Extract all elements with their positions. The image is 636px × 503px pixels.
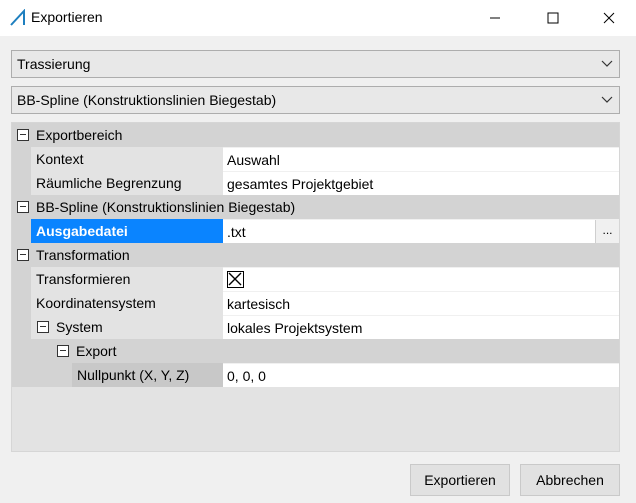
property-name: Transformieren bbox=[31, 267, 223, 291]
property-value[interactable]: .txt ... bbox=[223, 219, 619, 244]
ausgabedatei-value: .txt bbox=[227, 224, 246, 240]
property-value bbox=[223, 267, 619, 291]
triangle-ruler-icon bbox=[10, 9, 25, 26]
close-icon bbox=[603, 12, 615, 24]
ausgabedatei-label: Ausgabedatei bbox=[36, 223, 128, 239]
property-row-transformieren[interactable]: Transformieren bbox=[12, 267, 619, 291]
chevron-down-icon bbox=[601, 60, 613, 67]
begrenzung-value: gesamtes Projektgebiet bbox=[227, 176, 374, 192]
property-name: Kontext bbox=[31, 147, 223, 171]
maximize-icon bbox=[547, 12, 559, 24]
category-label: Exportbereich bbox=[36, 127, 123, 143]
collapse-icon[interactable] bbox=[57, 345, 69, 357]
property-value[interactable]: gesamtes Projektgebiet bbox=[223, 171, 619, 195]
property-row-kontext[interactable]: Kontext Auswahl bbox=[12, 147, 619, 171]
format-combo[interactable]: Trassierung bbox=[11, 50, 620, 78]
kontext-label: Kontext bbox=[36, 151, 84, 167]
nullpunkt-value: 0, 0, 0 bbox=[227, 368, 266, 384]
row-indent bbox=[12, 291, 31, 315]
property-value[interactable]: kartesisch bbox=[223, 291, 619, 315]
checkmark-x-icon bbox=[228, 272, 242, 286]
minimize-button[interactable] bbox=[472, 0, 518, 36]
property-row-system[interactable]: System lokales Projektsystem bbox=[12, 315, 619, 339]
chevron-down-icon bbox=[601, 96, 613, 103]
property-name: Nullpunkt (X, Y, Z) bbox=[72, 363, 223, 387]
transformieren-checkbox[interactable] bbox=[227, 271, 244, 288]
property-value[interactable]: lokales Projektsystem bbox=[223, 315, 619, 339]
property-name: Koordinatensystem bbox=[31, 291, 223, 315]
subcategory-header: Export bbox=[52, 339, 619, 363]
row-indent bbox=[12, 267, 31, 291]
cancel-button[interactable]: Abbrechen bbox=[520, 464, 620, 496]
title-bar: Exportieren bbox=[0, 0, 636, 36]
export-label: Export bbox=[76, 343, 117, 359]
collapse-icon[interactable] bbox=[17, 201, 29, 213]
begrenzung-label: Räumliche Begrenzung bbox=[36, 175, 182, 191]
collapse-icon[interactable] bbox=[17, 249, 29, 261]
property-row-koordinatensystem[interactable]: Koordinatensystem kartesisch bbox=[12, 291, 619, 315]
property-value[interactable]: 0, 0, 0 bbox=[223, 363, 619, 387]
category-transformation[interactable]: Transformation bbox=[12, 243, 619, 267]
type-combo[interactable]: BB-Spline (Konstruktionslinien Biegestab… bbox=[11, 86, 620, 114]
browse-button[interactable]: ... bbox=[595, 220, 619, 244]
property-row-nullpunkt[interactable]: Nullpunkt (X, Y, Z) 0, 0, 0 bbox=[12, 363, 619, 387]
system-value: lokales Projektsystem bbox=[227, 320, 363, 336]
property-name-selected: Ausgabedatei bbox=[31, 219, 223, 243]
format-combo-value: Trassierung bbox=[17, 56, 91, 72]
koordsys-label: Koordinatensystem bbox=[36, 295, 156, 311]
row-indent bbox=[12, 315, 31, 339]
category-bbspline[interactable]: BB-Spline (Konstruktionslinien Biegestab… bbox=[12, 195, 619, 219]
export-button[interactable]: Exportieren bbox=[410, 464, 510, 496]
collapse-icon[interactable] bbox=[17, 129, 29, 141]
minimize-icon bbox=[490, 17, 500, 19]
kontext-value: Auswahl bbox=[227, 152, 280, 168]
system-label: System bbox=[56, 319, 103, 335]
type-combo-value: BB-Spline (Konstruktionslinien Biegestab… bbox=[17, 92, 277, 108]
close-button[interactable] bbox=[586, 0, 632, 36]
property-grid: Exportbereich Kontext Auswahl Räumliche … bbox=[11, 122, 620, 452]
property-value[interactable]: Auswahl bbox=[223, 147, 619, 171]
property-name: Räumliche Begrenzung bbox=[31, 171, 223, 195]
row-indent bbox=[12, 147, 31, 171]
koordsys-value: kartesisch bbox=[227, 296, 291, 312]
window-title: Exportieren bbox=[31, 9, 103, 25]
property-name: System bbox=[31, 315, 223, 339]
category-export[interactable]: Export bbox=[12, 339, 619, 363]
transformieren-label: Transformieren bbox=[36, 271, 131, 287]
row-indent bbox=[12, 363, 72, 387]
collapse-icon[interactable] bbox=[37, 321, 49, 333]
property-row-begrenzung[interactable]: Räumliche Begrenzung gesamtes Projektgeb… bbox=[12, 171, 619, 195]
category-label: BB-Spline (Konstruktionslinien Biegestab… bbox=[36, 199, 296, 215]
category-label: Transformation bbox=[36, 247, 130, 263]
category-exportbereich[interactable]: Exportbereich bbox=[12, 123, 619, 147]
row-indent bbox=[12, 339, 52, 363]
row-indent bbox=[12, 219, 31, 243]
property-row-ausgabedatei[interactable]: Ausgabedatei .txt ... bbox=[12, 219, 619, 244]
maximize-button[interactable] bbox=[530, 0, 576, 36]
row-indent bbox=[12, 171, 31, 195]
nullpunkt-label: Nullpunkt (X, Y, Z) bbox=[77, 367, 190, 383]
